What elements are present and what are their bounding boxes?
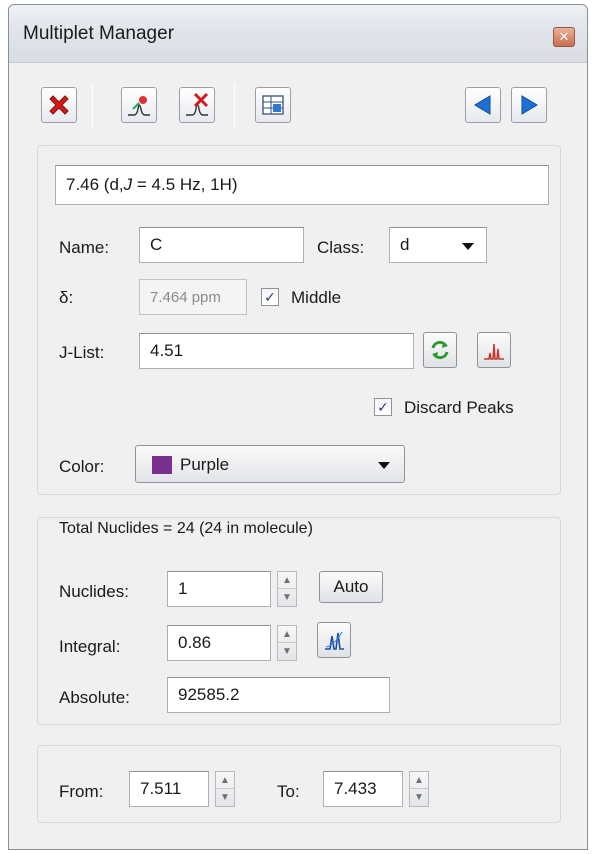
next-arrow-icon (521, 95, 538, 115)
refresh-jlist-button[interactable] (423, 332, 457, 368)
chevron-down-icon (378, 462, 390, 469)
middle-checkbox[interactable]: ✓ (261, 288, 279, 306)
peak-pick-button[interactable] (477, 332, 511, 368)
nuclides-spinner[interactable]: ▲ ▼ (277, 571, 297, 607)
delete-multiplet-button[interactable] (41, 87, 77, 123)
color-label: Color: (59, 457, 105, 476)
spin-down-icon[interactable]: ▼ (216, 789, 234, 806)
name-label: Name: (59, 238, 110, 257)
spin-up-icon[interactable]: ▲ (410, 772, 428, 789)
integral-icon (325, 631, 344, 650)
jlist-input[interactable]: 4.51 (139, 333, 414, 369)
toolbar-separator (234, 83, 235, 129)
summary-j-symbol: J (123, 175, 133, 194)
multiplet-manager-window: Multiplet Manager ✕ 7.46 (d, J = 4.5 Hz,… (8, 4, 588, 850)
auto-button[interactable]: Auto (319, 571, 383, 603)
add-multiplet-icon (128, 96, 150, 116)
color-swatch (152, 456, 172, 474)
to-label: To: (277, 782, 300, 801)
title-bar[interactable]: Multiplet Manager ✕ (9, 5, 587, 63)
color-select[interactable]: Purple (135, 445, 405, 483)
table-report-icon (262, 95, 284, 115)
integral-label: Integral: (59, 637, 121, 656)
spin-down-icon[interactable]: ▼ (278, 643, 296, 660)
close-icon: ✕ (558, 29, 570, 44)
class-label: Class: (317, 238, 365, 257)
remove-multiplet-icon (186, 92, 209, 116)
absolute-field[interactable]: 92585.2 (167, 677, 390, 713)
spin-up-icon[interactable]: ▲ (278, 572, 296, 589)
class-value: d (400, 235, 410, 254)
name-input[interactable]: C (139, 227, 304, 263)
close-button[interactable]: ✕ (553, 27, 575, 47)
spin-down-icon[interactable]: ▼ (410, 789, 428, 806)
absolute-label: Absolute: (59, 688, 130, 707)
spin-up-icon[interactable]: ▲ (216, 772, 234, 789)
nuclides-input[interactable]: 1 (167, 571, 271, 607)
spectrum-peaks-icon (484, 343, 504, 360)
integral-button[interactable] (317, 622, 351, 658)
middle-label: Middle (291, 288, 342, 307)
next-multiplet-button[interactable] (511, 87, 547, 123)
to-spinner[interactable]: ▲ ▼ (409, 771, 429, 807)
spin-up-icon[interactable]: ▲ (278, 626, 296, 643)
from-spinner[interactable]: ▲ ▼ (215, 771, 235, 807)
integral-input[interactable]: 0.86 (167, 625, 271, 661)
toolbar-separator (92, 83, 93, 129)
previous-arrow-icon (474, 95, 491, 115)
table-report-button[interactable] (255, 87, 291, 123)
window-title: Multiplet Manager (23, 23, 175, 44)
jlist-label: J-List: (59, 343, 105, 362)
discard-peaks-checkbox[interactable]: ✓ (374, 398, 392, 416)
from-label: From: (59, 782, 104, 801)
add-multiplet-button[interactable] (121, 87, 157, 123)
class-select[interactable]: d (389, 227, 487, 263)
delta-field: 7.464 ppm (139, 279, 247, 315)
remove-multiplet-button[interactable] (179, 87, 215, 123)
multiplet-summary-field[interactable]: 7.46 (d, J = 4.5 Hz, 1H) (55, 165, 549, 205)
discard-peaks-label: Discard Peaks (404, 398, 514, 417)
previous-multiplet-button[interactable] (465, 87, 501, 123)
summary-text-suffix: = 4.5 Hz, 1H) (132, 175, 238, 194)
integral-spinner[interactable]: ▲ ▼ (277, 625, 297, 661)
nuclides-label: Nuclides: (59, 582, 129, 601)
spin-down-icon[interactable]: ▼ (278, 589, 296, 606)
from-input[interactable]: 7.511 (129, 771, 209, 807)
refresh-icon (431, 340, 449, 360)
red-x-delete-icon (49, 95, 69, 115)
summary-text-prefix: 7.46 (d, (66, 175, 124, 194)
delta-label: δ: (59, 288, 74, 307)
total-nuclides-text: Total Nuclides = 24 (24 in molecule) (55, 520, 317, 538)
chevron-down-icon (462, 243, 474, 250)
color-value: Purple (180, 455, 230, 474)
to-input[interactable]: 7.433 (323, 771, 403, 807)
